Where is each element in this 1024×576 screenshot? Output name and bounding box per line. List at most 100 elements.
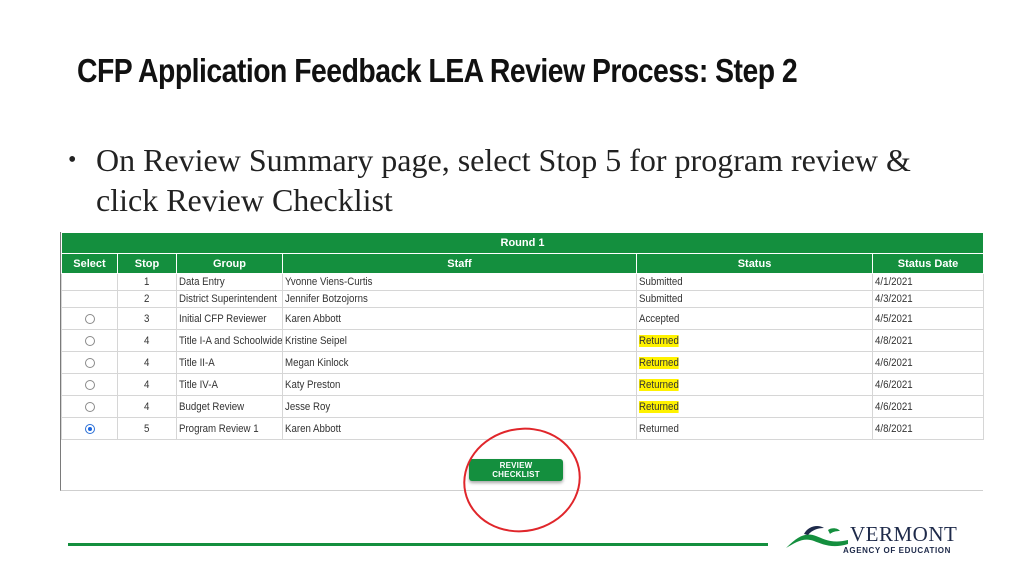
column-header-status: Status (636, 253, 873, 274)
radio-icon[interactable] (84, 379, 95, 390)
stop-cell-text: 4 (143, 356, 150, 369)
status-date-cell: 4/1/2021 (872, 273, 984, 291)
status-date-cell-text: 4/1/2021 (875, 276, 913, 288)
status-date-cell-text: 4/5/2021 (875, 312, 913, 325)
table-row: 1 Data Entry Yvonne Viens-Curtis Submitted 4… (61, 273, 984, 291)
status-date-cell-text: 4/8/2021 (875, 422, 913, 435)
group-cell-text: Title II-A (179, 356, 215, 369)
select-cell (61, 290, 118, 308)
select-cell (61, 273, 118, 291)
status-date-cell: 4/5/2021 (872, 307, 984, 330)
group-cell: Program Review 1 (176, 417, 283, 440)
group-cell-text: Title IV-A (179, 378, 218, 391)
status-date-cell-text: 4/3/2021 (875, 293, 913, 305)
staff-cell: Katy Preston (282, 373, 637, 396)
stop-cell: 3 (117, 307, 177, 330)
group-cell: Title II-A (176, 351, 283, 374)
group-cell-text: Title I-A and Schoolwide (179, 334, 283, 347)
staff-cell: Megan Kinlock (282, 351, 637, 374)
staff-cell-text: Karen Abbott (285, 422, 341, 435)
staff-cell: Yvonne Viens-Curtis (282, 273, 637, 291)
group-cell: Budget Review (176, 395, 283, 418)
stop-cell-text: 3 (143, 312, 150, 325)
status-cell-text: Submitted (639, 293, 683, 305)
staff-cell-text: Kristine Seipel (285, 334, 347, 347)
status-cell: Submitted (636, 290, 873, 308)
button-area: REVIEW CHECKLIST (61, 416, 983, 544)
staff-cell-text: Jennifer Botzojorns (285, 293, 368, 305)
status-cell-text: Returned (639, 334, 679, 347)
status-cell-text: Returned (639, 378, 679, 391)
staff-cell-text: Jesse Roy (285, 400, 331, 413)
status-date-cell: 4/8/2021 (872, 417, 984, 440)
status-date-cell-text: 4/6/2021 (875, 400, 913, 413)
table-row: 5 Program Review 1 Karen Abbott Returned 4/8… (61, 417, 984, 440)
logo-subtitle: AGENCY OF EDUCATION (843, 546, 951, 555)
radio-icon[interactable] (84, 335, 95, 346)
status-cell: Accepted (636, 307, 873, 330)
status-cell-text: Returned (639, 422, 679, 435)
select-cell[interactable] (61, 417, 118, 440)
table-row: 4 Budget Review Jesse Roy Returned 4/6/2021 (61, 395, 984, 418)
review-checklist-button[interactable]: REVIEW CHECKLIST (469, 459, 563, 481)
staff-cell: Kristine Seipel (282, 329, 637, 352)
group-cell: Data Entry (176, 273, 283, 291)
column-header-staff: Staff (282, 253, 637, 274)
status-date-cell-text: 4/6/2021 (875, 356, 913, 369)
table-row: 2 District Superintendent Jennifer Botzojo… (61, 290, 984, 308)
stop-cell-text: 2 (143, 293, 150, 305)
footer-divider (68, 543, 768, 546)
staff-cell-text: Yvonne Viens-Curtis (285, 276, 373, 288)
select-cell[interactable] (61, 329, 118, 352)
table-row: 4 Title II-A Megan Kinlock Returned 4/6/2021 (61, 351, 984, 374)
radio-selected-icon[interactable] (84, 423, 95, 434)
group-cell-text: Initial CFP Reviewer (179, 312, 267, 325)
round-header-row: Round 1 (61, 232, 984, 254)
stop-cell: 1 (117, 273, 177, 291)
group-cell-text: District Superintendent (179, 293, 277, 305)
status-cell-text: Returned (639, 400, 679, 413)
group-cell: Title I-A and Schoolwide (176, 329, 283, 352)
radio-icon[interactable] (84, 313, 95, 324)
stop-cell-text: 4 (143, 334, 150, 347)
staff-cell-text: Megan Kinlock (285, 356, 349, 369)
column-header-stop: Stop (117, 253, 177, 274)
status-cell-text: Returned (639, 356, 679, 369)
radio-icon[interactable] (84, 401, 95, 412)
column-header-group: Group (176, 253, 283, 274)
stop-cell: 5 (117, 417, 177, 440)
stop-cell: 2 (117, 290, 177, 308)
group-cell-text: Budget Review (179, 400, 245, 413)
status-date-cell: 4/3/2021 (872, 290, 984, 308)
column-header-status-date: Status Date (872, 253, 984, 274)
staff-cell-text: Karen Abbott (285, 312, 341, 325)
group-cell-text: Program Review 1 (179, 422, 259, 435)
column-header-select: Select (61, 253, 118, 274)
stop-cell: 4 (117, 329, 177, 352)
vermont-aoe-logo: VERMONT AGENCY OF EDUCATION (784, 522, 964, 556)
staff-cell: Karen Abbott (282, 307, 637, 330)
table-row: 4 Title IV-A Katy Preston Returned 4/6/2021 (61, 373, 984, 396)
radio-icon[interactable] (84, 357, 95, 368)
stop-cell-text: 4 (143, 378, 150, 391)
bullet-text: On Review Summary page, select Stop 5 fo… (96, 142, 911, 218)
group-cell: Initial CFP Reviewer (176, 307, 283, 330)
status-cell: Returned (636, 329, 873, 352)
review-summary-table: Round 1 Select Stop Group Staff Status S… (61, 232, 984, 440)
stop-cell: 4 (117, 395, 177, 418)
select-cell[interactable] (61, 395, 118, 418)
select-cell[interactable] (61, 307, 118, 330)
bullet-dot-icon: • (68, 147, 77, 173)
stop-cell: 4 (117, 373, 177, 396)
status-date-cell: 4/6/2021 (872, 373, 984, 396)
select-cell[interactable] (61, 373, 118, 396)
slide-title: CFP Application Feedback LEA Review Proc… (77, 52, 798, 89)
status-cell-text: Submitted (639, 276, 683, 288)
bullet-item: • On Review Summary page, select Stop 5 … (62, 140, 956, 220)
group-cell: District Superintendent (176, 290, 283, 308)
select-cell[interactable] (61, 351, 118, 374)
stop-cell-text: 5 (143, 422, 150, 435)
staff-cell-text: Katy Preston (285, 378, 341, 391)
status-cell: Submitted (636, 273, 873, 291)
status-cell: Returned (636, 395, 873, 418)
